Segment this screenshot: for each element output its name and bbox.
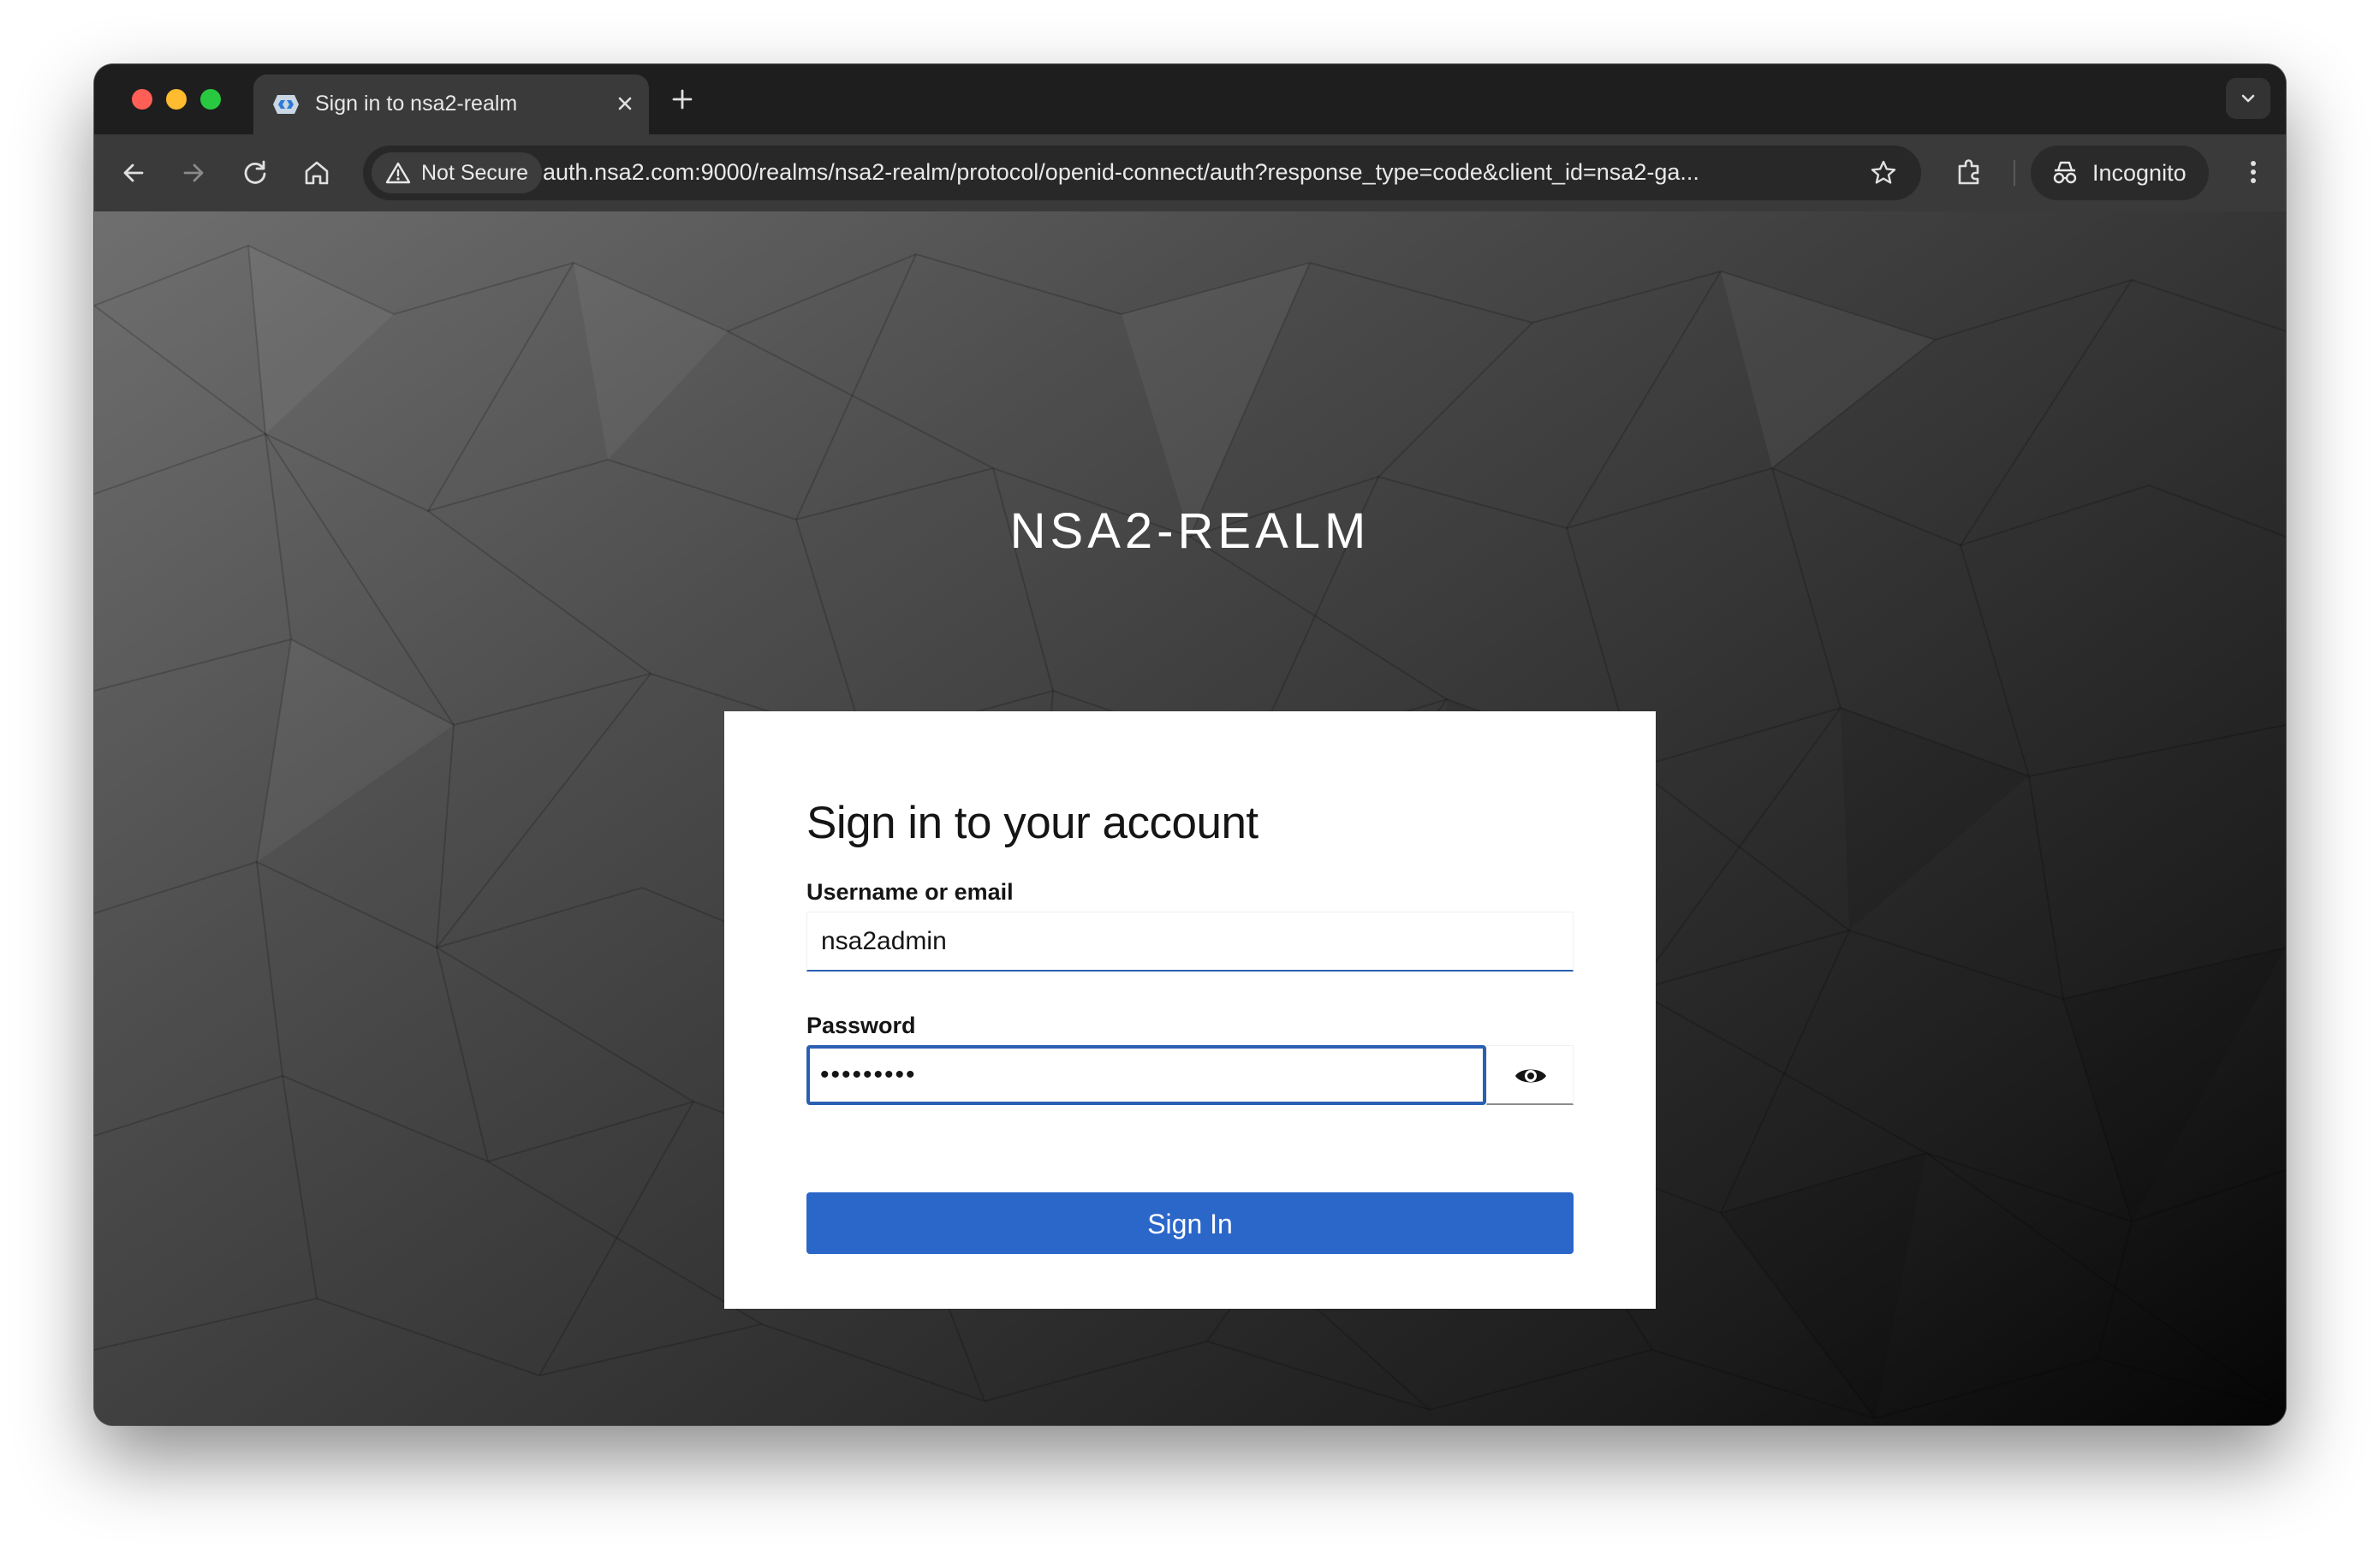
- login-card: Sign in to your account Username or emai…: [724, 711, 1656, 1309]
- login-page: NSA2-REALM Sign in to your account Usern…: [94, 211, 2286, 1425]
- more-icon[interactable]: [2234, 153, 2272, 191]
- eye-icon: [1515, 1069, 1546, 1083]
- extensions-icon[interactable]: [1950, 153, 1988, 191]
- incognito-label: Incognito: [2092, 160, 2187, 186]
- tab-title: Sign in to nsa2-realm: [315, 92, 518, 116]
- close-window-button[interactable]: [132, 89, 152, 110]
- reload-icon[interactable]: [236, 154, 274, 192]
- password-label: Password: [806, 1013, 916, 1038]
- page-title: Sign in to your account: [806, 798, 1258, 848]
- forward-icon[interactable]: [175, 154, 212, 192]
- maximize-window-button[interactable]: [200, 89, 221, 110]
- realm-title: NSA2-REALM: [1009, 503, 1371, 559]
- star-icon[interactable]: [1868, 157, 1899, 188]
- incognito-icon: [2053, 161, 2077, 184]
- incognito-profile-button[interactable]: Incognito: [2031, 146, 2209, 200]
- toolbar-divider: [2014, 160, 2015, 186]
- tab-strip: Sign in to nsa2-realm: [94, 64, 2286, 134]
- home-icon[interactable]: [298, 154, 336, 192]
- show-password-button[interactable]: [1486, 1045, 1574, 1105]
- address-bar[interactable]: Not Secure auth.nsa2.com:9000/realms/nsa…: [363, 146, 1921, 200]
- url-text[interactable]: auth.nsa2.com:9000/realms/nsa2-realm/pro…: [543, 159, 1861, 186]
- security-indicator[interactable]: Not Secure: [372, 152, 543, 193]
- password-input[interactable]: [806, 1045, 1486, 1105]
- security-label: Not Secure: [421, 161, 529, 185]
- browser-toolbar: Not Secure auth.nsa2.com:9000/realms/nsa…: [94, 134, 2286, 211]
- warning-icon: [385, 162, 411, 184]
- close-icon[interactable]: [613, 92, 637, 116]
- tab-active[interactable]: Sign in to nsa2-realm: [253, 74, 649, 134]
- tab-search-button[interactable]: [2226, 78, 2270, 119]
- sign-in-button[interactable]: Sign In: [806, 1192, 1574, 1254]
- browser-window: Sign in to nsa2-realm Not Secure auth.ns…: [94, 64, 2286, 1425]
- minimize-window-button[interactable]: [166, 89, 187, 110]
- keycloak-icon: [272, 93, 300, 116]
- plus-icon[interactable]: [668, 85, 697, 114]
- username-label: Username or email: [806, 879, 1014, 905]
- chevron-down-icon: [2241, 94, 2255, 103]
- back-icon[interactable]: [115, 154, 152, 192]
- username-input[interactable]: [806, 912, 1574, 972]
